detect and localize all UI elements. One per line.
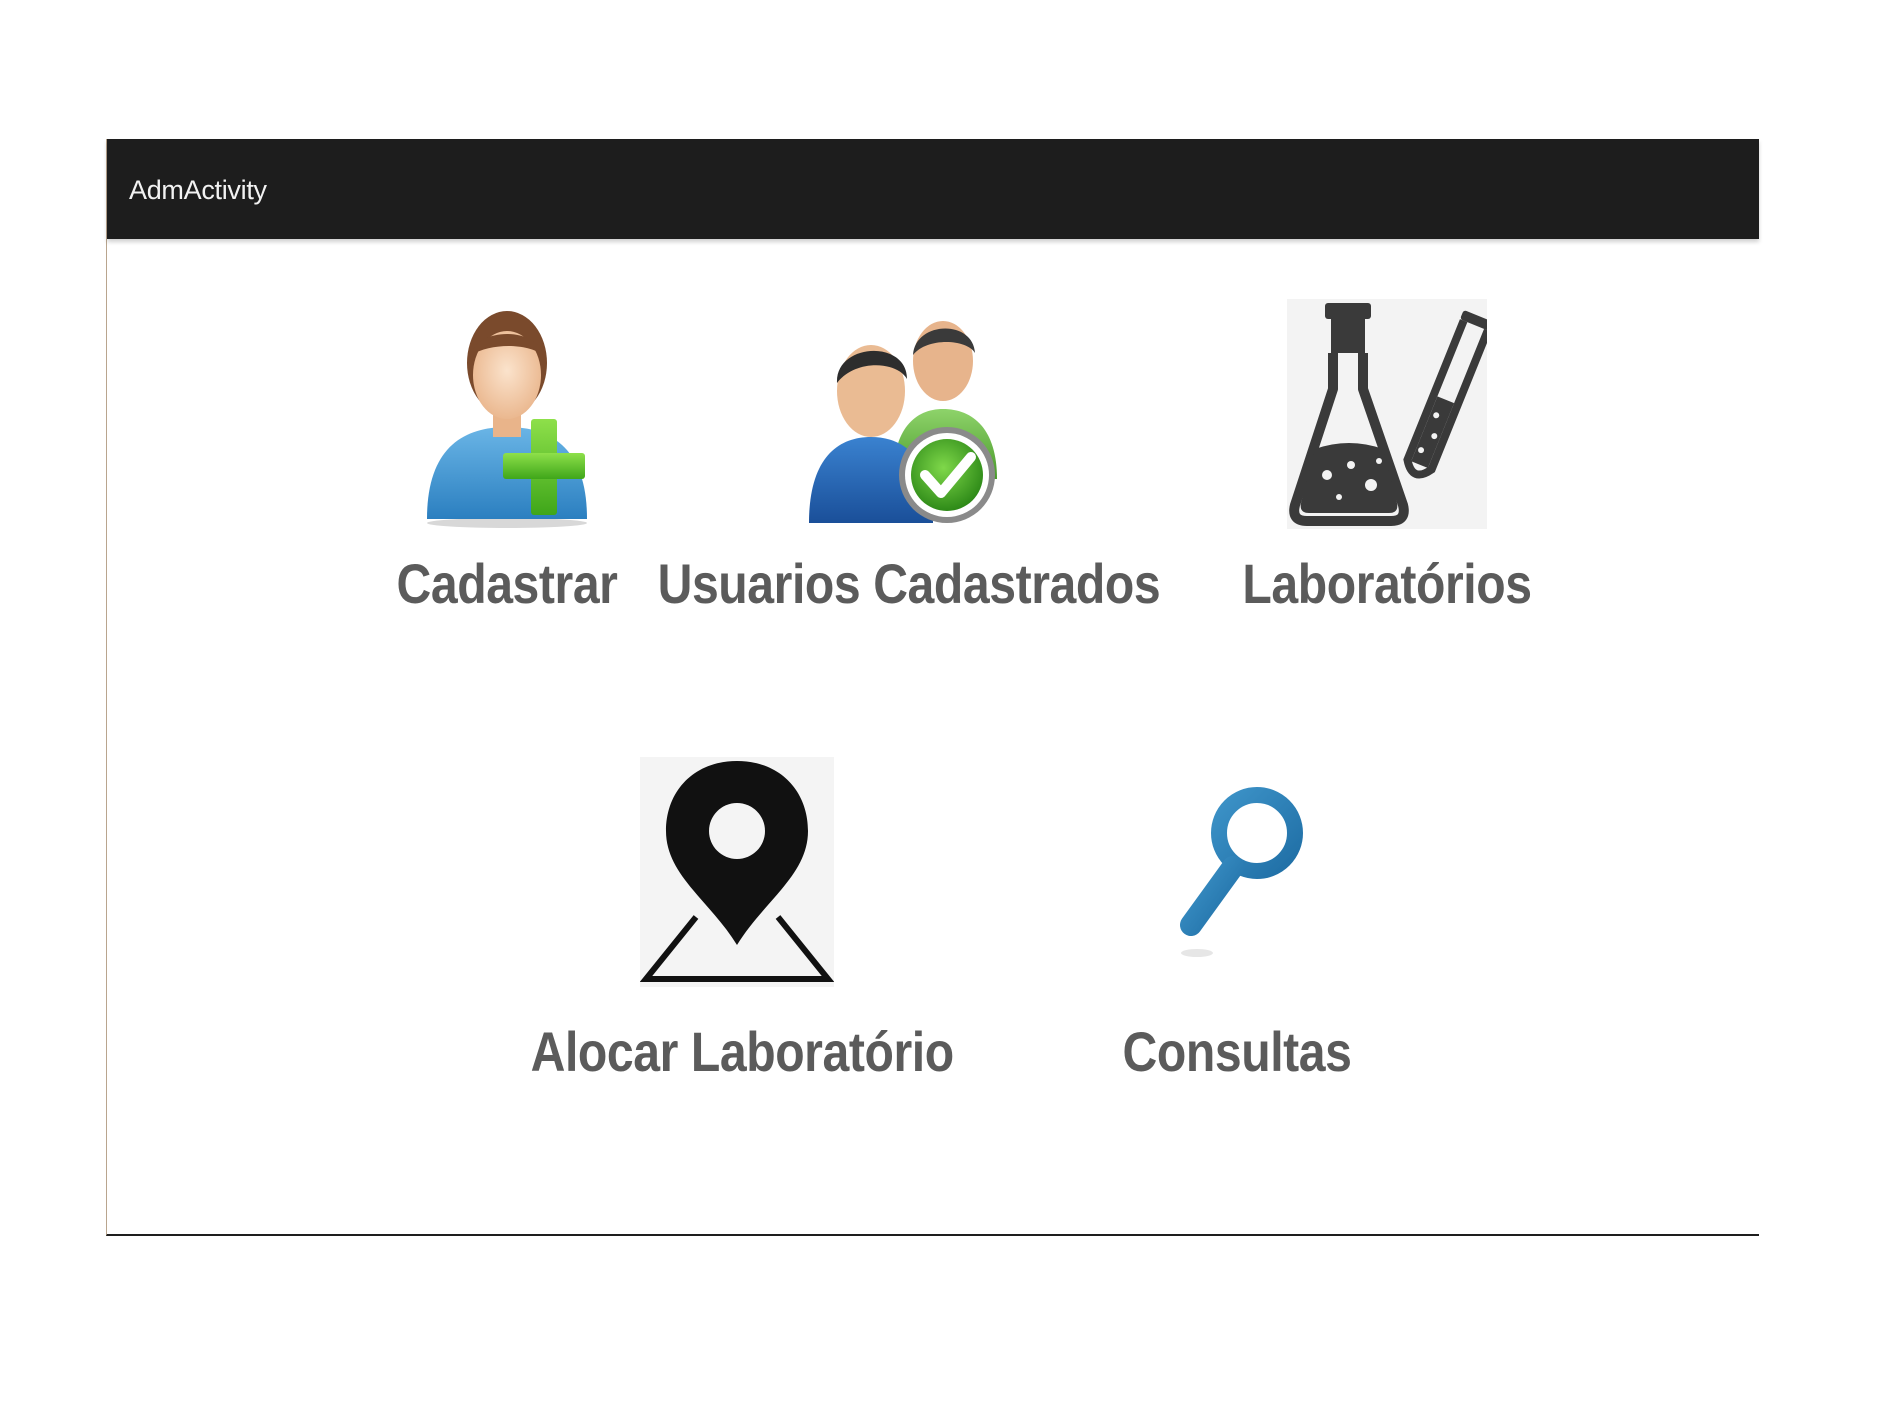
- menu-item-label: Alocar Laboratório: [530, 1020, 955, 1083]
- laboratory-flask-icon: [1287, 299, 1487, 529]
- menu-item-label: Consultas: [1122, 1020, 1352, 1083]
- registered-users-icon: [797, 299, 1017, 529]
- app-screen: AdmActivity Cadastrar Usuarios Cadastrad…: [106, 139, 1759, 1236]
- add-user-icon: [407, 299, 607, 529]
- menu-item-label: Laboratórios: [1242, 552, 1532, 615]
- menu-item-label: Usuarios Cadastrados: [657, 552, 1161, 615]
- menu-item-alocar-laboratorio[interactable]: Alocar Laboratório: [497, 757, 977, 1087]
- app-title: AdmActivity: [129, 175, 267, 205]
- action-bar: AdmActivity: [107, 139, 1759, 239]
- menu-item-consultas[interactable]: Consultas: [1067, 757, 1407, 1087]
- menu-item-usuarios-cadastrados[interactable]: Usuarios Cadastrados: [617, 299, 1197, 629]
- menu-item-laboratorios[interactable]: Laboratórios: [1187, 299, 1587, 629]
- map-pin-icon: [640, 757, 834, 987]
- search-icon: [1157, 757, 1317, 987]
